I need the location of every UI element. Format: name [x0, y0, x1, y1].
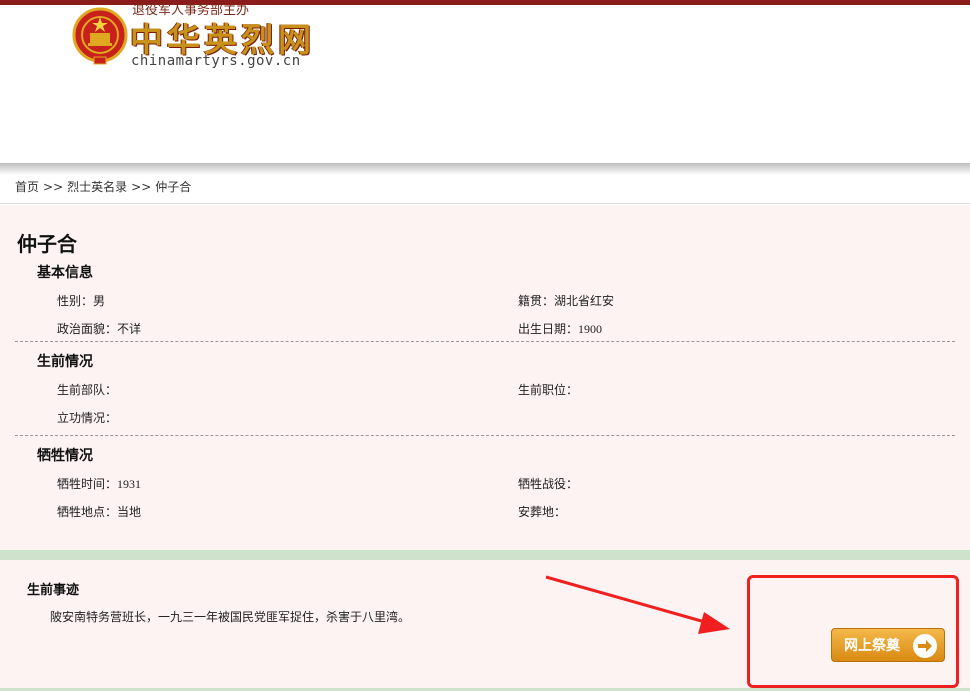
online-mourning-button[interactable]: 网上祭奠	[831, 628, 945, 662]
section-divider	[15, 435, 955, 436]
battle-field: 牺牲战役：	[518, 477, 579, 491]
deeds-text: 陂安南特务营班长，一九三一年被国民党匪军捉住，杀害于八里湾。	[50, 610, 411, 624]
breadcrumb-list-link[interactable]: 烈士英名录	[67, 180, 127, 194]
breadcrumb-separator: >>	[131, 180, 152, 194]
basic-info-title: 基本信息	[37, 265, 93, 281]
sacrifice-place-field: 牺牲地点：当地	[57, 505, 142, 519]
birth-date-value: 1900	[578, 322, 603, 336]
breadcrumb-current: 仲子合	[155, 180, 192, 194]
section-divider	[15, 341, 955, 342]
position-field: 生前职位：	[518, 383, 579, 397]
national-emblem-icon	[72, 7, 128, 65]
breadcrumb-home-link[interactable]: 首页	[15, 180, 39, 194]
breadcrumb-separator: >>	[43, 180, 64, 194]
logo-url: chinamartyrs.gov.cn	[131, 53, 301, 69]
online-mourning-label: 网上祭奠	[844, 638, 900, 654]
gender-field: 性别：男	[57, 294, 106, 308]
martyr-name: 仲子合	[17, 232, 77, 256]
political-field: 政治面貌：不详	[57, 322, 142, 336]
birth-date-label: 出生日期：	[518, 322, 579, 336]
deeds-panel: 生前事迹 陂安南特务营班长，一九三一年被国民党匪军捉住，杀害于八里湾。	[0, 560, 970, 691]
sacrifice-time-value: 1931	[117, 477, 142, 491]
merit-field: 立功情况：	[57, 411, 118, 425]
arrow-right-icon	[913, 634, 937, 658]
breadcrumb-divider	[0, 203, 970, 204]
deeds-title: 生前事迹	[27, 583, 80, 598]
native-place-field: 籍贯：湖北省红安	[518, 294, 615, 308]
header-shadow	[0, 163, 970, 175]
sacrifice-title: 牺牲情况	[37, 448, 93, 464]
site-logo[interactable]: 退役军人事务部主办 中华英烈网 chinamartyrs.gov.cn	[72, 3, 322, 75]
martyr-info-panel: 仲子合 基本信息 性别：男 籍贯：湖北省红安 政治面貌：不详 出生日期：1900…	[0, 205, 970, 550]
unit-field: 生前部队：	[57, 383, 118, 397]
breadcrumb: 首页 >> 烈士英名录 >> 仲子合	[15, 178, 195, 195]
burial-field: 安葬地：	[518, 505, 567, 519]
birth-date-field: 出生日期：1900	[518, 320, 602, 337]
sacrifice-time-label: 牺牲时间：	[57, 477, 118, 491]
site-header: 退役军人事务部主办 中华英烈网 chinamartyrs.gov.cn	[0, 3, 970, 165]
section-separator-bar	[0, 550, 970, 560]
sacrifice-time-field: 牺牲时间：1931	[57, 475, 141, 492]
pre-death-title: 生前情况	[37, 354, 93, 370]
